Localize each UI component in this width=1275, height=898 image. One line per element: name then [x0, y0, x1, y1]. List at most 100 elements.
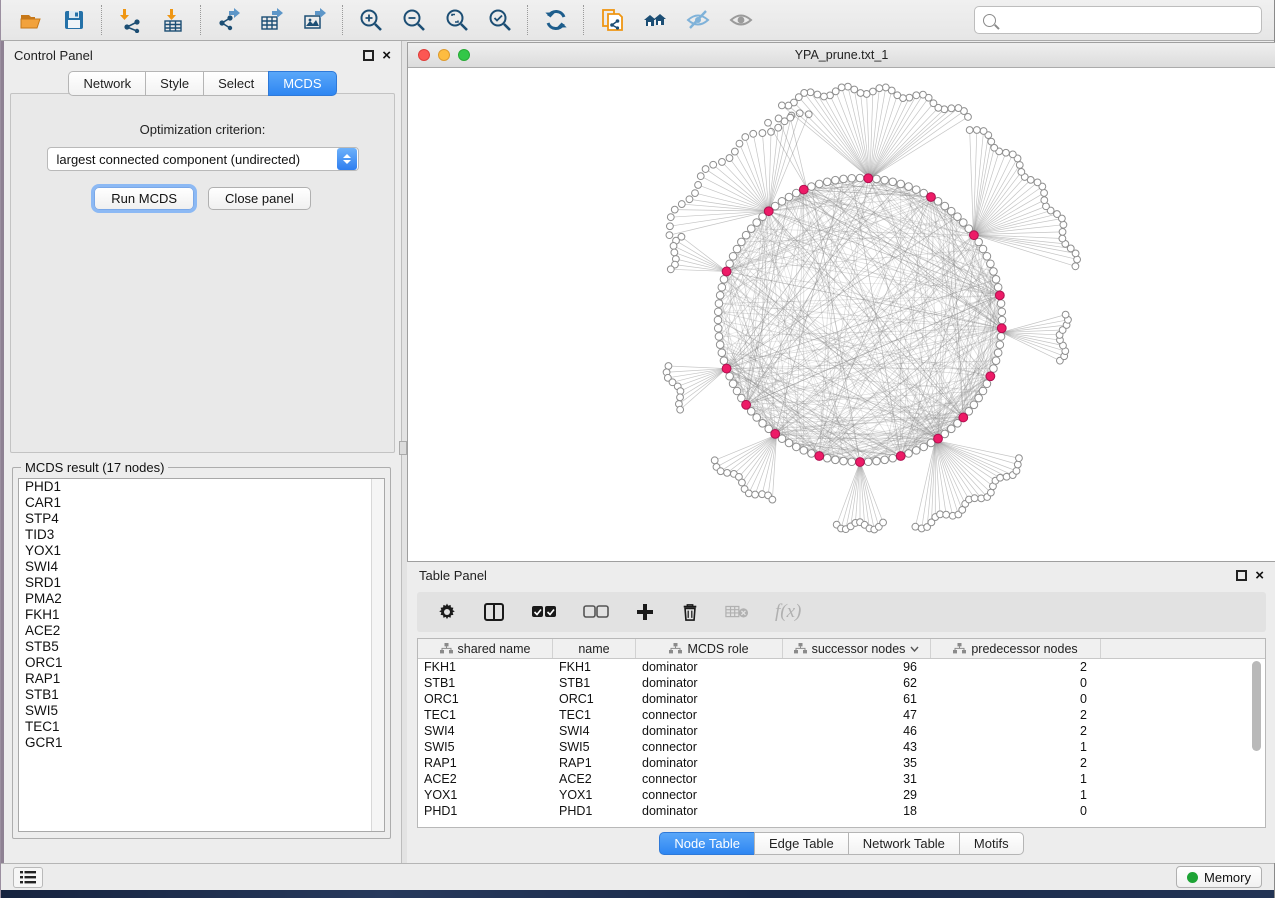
table-row[interactable]: STB1STB1dominator620	[418, 675, 1265, 691]
mcds-result-item[interactable]: ACE2	[19, 623, 384, 639]
column-header-shared-name[interactable]: shared name	[418, 639, 553, 658]
delete-column-icon[interactable]	[681, 602, 699, 622]
add-column-icon[interactable]	[635, 602, 655, 622]
import-network-icon[interactable]	[108, 2, 151, 38]
tab-mcds[interactable]: MCDS	[268, 71, 336, 96]
network-canvas[interactable]	[408, 68, 1275, 561]
mcds-result-item[interactable]: YOX1	[19, 543, 384, 559]
table-scrollbar-thumb[interactable]	[1252, 661, 1261, 751]
table-row[interactable]: FKH1FKH1dominator962	[418, 659, 1265, 675]
mcds-panel: Optimization criterion: largest connecte…	[10, 93, 395, 453]
table-cell: 46	[783, 724, 931, 738]
criterion-dropdown-value: largest connected component (undirected)	[48, 152, 337, 167]
zoom-out-icon[interactable]	[392, 2, 435, 38]
mcds-list-scrollbar[interactable]	[371, 479, 384, 831]
table-row[interactable]: SWI5SWI5connector431	[418, 739, 1265, 755]
zoom-in-icon[interactable]	[349, 2, 392, 38]
table-row[interactable]: YOX1YOX1connector291	[418, 787, 1265, 803]
table-cell: 2	[931, 724, 1101, 738]
tab-edge-table[interactable]: Edge Table	[754, 832, 848, 855]
zoom-fit-icon[interactable]	[435, 2, 478, 38]
close-panel-button[interactable]: Close panel	[208, 187, 311, 210]
tab-network[interactable]: Network	[68, 71, 145, 96]
table-row[interactable]: ORC1ORC1dominator610	[418, 691, 1265, 707]
tab-network-table[interactable]: Network Table	[848, 832, 959, 855]
duplicate-network-icon[interactable]	[590, 2, 633, 38]
mcds-result-list[interactable]: PHD1CAR1STP4TID3YOX1SWI4SRD1PMA2FKH1ACE2…	[18, 478, 385, 832]
table-row[interactable]: PHD1PHD1dominator180	[418, 803, 1265, 819]
mcds-result-item[interactable]: FKH1	[19, 607, 384, 623]
refresh-icon[interactable]	[534, 2, 577, 38]
float-table-panel-icon[interactable]	[1236, 570, 1247, 581]
mcds-result-item[interactable]: STB5	[19, 639, 384, 655]
tab-motifs[interactable]: Motifs	[959, 832, 1024, 855]
column-header-mcds-role[interactable]: MCDS role	[636, 639, 783, 658]
mcds-result-item[interactable]: PMA2	[19, 591, 384, 607]
splitter-handle[interactable]	[399, 441, 407, 455]
delete-table-icon[interactable]	[725, 602, 749, 622]
split-columns-icon[interactable]	[483, 602, 505, 622]
table-cell: SWI4	[418, 724, 553, 738]
mcds-result-item[interactable]: SRD1	[19, 575, 384, 591]
status-bar: Memory	[1, 863, 1274, 890]
mcds-result-item[interactable]: GCR1	[19, 735, 384, 751]
run-mcds-button[interactable]: Run MCDS	[94, 187, 194, 210]
mcds-result-item[interactable]: RAP1	[19, 671, 384, 687]
save-session-icon[interactable]	[52, 2, 95, 38]
open-session-icon[interactable]	[9, 2, 52, 38]
mcds-result-item[interactable]: PHD1	[19, 479, 384, 495]
tab-style[interactable]: Style	[145, 71, 203, 96]
import-table-icon[interactable]	[151, 2, 194, 38]
column-header-predecessor-nodes[interactable]: predecessor nodes	[931, 639, 1101, 658]
close-table-panel-icon[interactable]: ×	[1255, 570, 1264, 581]
show-all-icon[interactable]	[719, 2, 762, 38]
table-cell: dominator	[636, 804, 783, 818]
mcds-result-item[interactable]: SWI5	[19, 703, 384, 719]
tab-node-table[interactable]: Node Table	[659, 832, 754, 855]
column-header-name[interactable]: name	[553, 639, 636, 658]
network-window-titlebar[interactable]: YPA_prune.txt_1	[408, 43, 1275, 68]
table-row[interactable]: ACE2ACE2connector311	[418, 771, 1265, 787]
close-panel-icon[interactable]: ×	[382, 50, 391, 61]
table-scrollbar[interactable]	[1251, 661, 1263, 821]
mcds-result-item[interactable]: STB1	[19, 687, 384, 703]
hide-selected-icon[interactable]	[676, 2, 719, 38]
select-all-checkboxes-icon[interactable]	[531, 602, 557, 622]
table-cell: connector	[636, 772, 783, 786]
mcds-result-item[interactable]: TEC1	[19, 719, 384, 735]
minimize-window-icon[interactable]	[438, 49, 450, 61]
table-cell: 43	[783, 740, 931, 754]
criterion-dropdown[interactable]: largest connected component (undirected)	[47, 147, 359, 171]
float-panel-icon[interactable]	[363, 50, 374, 61]
memory-button[interactable]: Memory	[1176, 866, 1262, 888]
mcds-result-item[interactable]: STP4	[19, 511, 384, 527]
search-icon	[983, 14, 996, 27]
memory-status-icon	[1187, 872, 1198, 883]
zoom-selected-icon[interactable]	[478, 2, 521, 38]
table-cell: 2	[931, 708, 1101, 722]
table-cell: 31	[783, 772, 931, 786]
table-row[interactable]: TEC1TEC1connector472	[418, 707, 1265, 723]
close-window-icon[interactable]	[418, 49, 430, 61]
mcds-result-item[interactable]: SWI4	[19, 559, 384, 575]
deselect-all-checkboxes-icon[interactable]	[583, 602, 609, 622]
settings-gear-icon[interactable]	[437, 602, 457, 622]
mcds-result-item[interactable]: ORC1	[19, 655, 384, 671]
function-builder-icon[interactable]: f(x)	[775, 601, 801, 623]
table-row[interactable]: SWI4SWI4dominator462	[418, 723, 1265, 739]
column-header-successor-nodes[interactable]: successor nodes	[783, 639, 931, 658]
search-input[interactable]	[1001, 13, 1261, 28]
search-field[interactable]	[974, 6, 1262, 34]
maximize-window-icon[interactable]	[458, 49, 470, 61]
export-network-icon[interactable]	[207, 2, 250, 38]
tab-select[interactable]: Select	[203, 71, 268, 96]
mcds-result-item[interactable]: TID3	[19, 527, 384, 543]
control-panel-tabs: Network Style Select MCDS	[4, 71, 401, 96]
mcds-result-item[interactable]: CAR1	[19, 495, 384, 511]
task-history-button[interactable]	[13, 867, 43, 888]
table-cell: 2	[931, 660, 1101, 674]
export-table-icon[interactable]	[250, 2, 293, 38]
first-neighbors-icon[interactable]	[633, 2, 676, 38]
export-image-icon[interactable]	[293, 2, 336, 38]
table-row[interactable]: RAP1RAP1dominator352	[418, 755, 1265, 771]
